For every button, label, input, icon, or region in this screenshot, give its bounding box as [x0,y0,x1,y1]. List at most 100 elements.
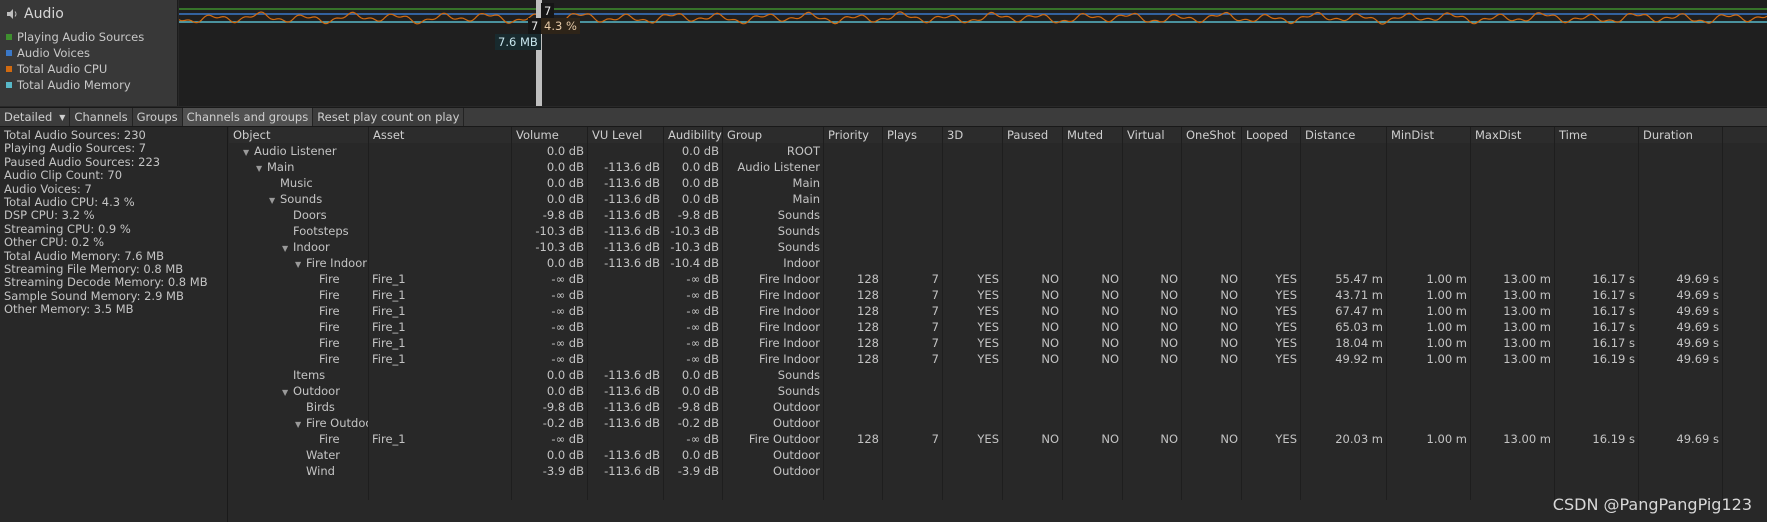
column-header-muted[interactable]: Muted [1063,127,1123,143]
column-header-3d[interactable]: 3D [943,127,1003,143]
expand-triangle-icon[interactable]: ▼ [269,193,280,207]
cell-looped: YES [1275,272,1297,286]
column-header-paused[interactable]: Paused [1003,127,1063,143]
column-header-distance[interactable]: Distance [1301,127,1387,143]
reset-play-count-button[interactable]: Reset play count on play [313,108,465,126]
column-header-group[interactable]: Group [723,127,824,143]
tab-channels[interactable]: Channels [70,108,133,126]
column-header-looped[interactable]: Looped [1242,127,1301,143]
column-header-audibility[interactable]: Audibility [664,127,723,143]
mode-dropdown[interactable]: Detailed ▼ [0,108,71,126]
expand-triangle-icon[interactable]: ▼ [282,241,293,255]
column-header-virtual[interactable]: Virtual [1123,127,1182,143]
cell-oneshot [1182,191,1241,207]
cell-mindist [1387,143,1470,159]
table-row[interactable]: Fire Fire_1 -∞ dB -∞ dB Fire Indoor 128 7 YES NO… [229,319,1767,335]
expand-triangle-icon[interactable]: ▼ [295,257,306,271]
table-row[interactable]: Birds -9.8 dB -113.6 dB -9.8 dB Outdoor [229,399,1767,415]
cell-group: Main [792,192,820,206]
chevron-down-icon: ▼ [59,112,66,122]
cell-object: Birds [229,399,368,415]
legend-playing-audio-sources[interactable]: Playing Audio Sources [6,30,144,44]
table-row[interactable]: Items 0.0 dB -113.6 dB 0.0 dB Sounds [229,367,1767,383]
cell-d3: YES [977,432,999,446]
cell-aud: -10.3 dB [670,224,719,238]
cell-asset: Fire_1 [372,304,406,318]
column-header-object[interactable]: Object [229,127,369,143]
cell-virtual [1123,239,1181,255]
tab-channels-and-groups[interactable]: Channels and groups [182,108,314,126]
cell-volume: -9.8 dB [542,208,584,222]
table-row[interactable]: Fire Fire_1 -∞ dB -∞ dB Fire Indoor 128 7 YES NO… [229,335,1767,351]
table-row[interactable]: Music 0.0 dB -113.6 dB 0.0 dB Main [229,175,1767,191]
cell-looped [1242,367,1300,383]
legend-total-audio-cpu[interactable]: Total Audio CPU [6,62,107,76]
expand-triangle-icon[interactable]: ▼ [282,385,293,399]
table-row[interactable]: Fire Fire_1 -∞ dB -∞ dB Fire Indoor 128 7 YES NO… [229,303,1767,319]
cell-duration: 49.69 s [1676,320,1719,334]
table-header: Object Asset Volume VU Level Audibility Group… [229,127,1767,143]
cell-oneshot: NO [1220,320,1238,334]
profiler-graph[interactable]: 7 7 4.3 % 7.6 MB [179,0,1767,106]
table-row[interactable]: Fire Fire_1 -∞ dB -∞ dB Fire Indoor 128 7 YES NO… [229,287,1767,303]
cell-duration: 49.69 s [1676,272,1719,286]
object-name: Indoor [293,240,330,254]
cell-aud: -10.3 dB [670,240,719,254]
cell-maxdist [1471,191,1554,207]
cell-plays [883,463,942,479]
legend-audio-voices[interactable]: Audio Voices [6,46,90,60]
cell-volume: -3.9 dB [542,464,584,478]
column-header-mindist[interactable]: MinDist [1387,127,1471,143]
cell-paused [1003,223,1062,239]
column-header-maxdist[interactable]: MaxDist [1471,127,1555,143]
cell-time [1555,191,1638,207]
table-row[interactable]: ▼ Sounds 0.0 dB -113.6 dB 0.0 dB Main [229,191,1767,207]
cell-duration: 49.69 s [1676,288,1719,302]
table-row[interactable]: Fire Fire_1 -∞ dB -∞ dB Fire Outdoor 128 7 YES N… [229,431,1767,447]
cell-group: Fire Indoor [759,336,820,350]
column-header-vu-level[interactable]: VU Level [588,127,664,143]
cell-group: Outdoor [773,416,820,430]
cell-time [1555,255,1638,271]
cell-virtual [1123,191,1181,207]
cell-plays [883,383,942,399]
tab-groups[interactable]: Groups [133,108,183,126]
cell-paused [1003,191,1062,207]
cell-oneshot [1182,239,1241,255]
expand-triangle-icon[interactable]: ▼ [256,161,267,175]
column-header-oneshot[interactable]: OneShot [1182,127,1242,143]
column-header-plays[interactable]: Plays [883,127,943,143]
expand-triangle-icon[interactable]: ▼ [295,417,306,431]
cell-muted [1063,175,1122,191]
table-row[interactable]: ▼Fire Outdoor -0.2 dB -113.6 dB -0.2 dB Outd… [229,415,1767,431]
table-row[interactable]: ▼ Indoor -10.3 dB -113.6 dB -10.3 dB Sounds [229,239,1767,255]
column-header-volume[interactable]: Volume [512,127,588,143]
cell-d3 [943,399,1002,415]
legend-total-audio-memory[interactable]: Total Audio Memory [6,78,131,92]
column-header-asset[interactable]: Asset [369,127,512,143]
cell-distance: 55.47 m [1335,272,1383,286]
table-row[interactable]: Water 0.0 dB -113.6 dB 0.0 dB Outdoor [229,447,1767,463]
cell-maxdist [1471,447,1554,463]
cell-group: Sounds [777,224,820,238]
cell-d3: YES [977,272,999,286]
table-row[interactable]: ▼ Audio Listener 0.0 dB 0.0 dB ROOT [229,143,1767,159]
cell-mindist: 1.00 m [1426,432,1467,446]
table-row[interactable]: Wind -3.9 dB -113.6 dB -3.9 dB Outdoor [229,463,1767,479]
table-row[interactable]: Fire Fire_1 -∞ dB -∞ dB Fire Indoor 128 7 YES NO… [229,271,1767,287]
cell-maxdist: 13.00 m [1503,352,1551,366]
cell-vu [588,303,663,319]
table-row[interactable]: ▼ Outdoor 0.0 dB -113.6 dB 0.0 dB Sounds [229,383,1767,399]
column-header-time[interactable]: Time [1555,127,1639,143]
column-header-duration[interactable]: Duration [1639,127,1723,143]
expand-triangle-icon[interactable]: ▼ [243,145,254,159]
column-header-priority[interactable]: Priority [824,127,883,143]
table-row[interactable]: ▼ Main 0.0 dB -113.6 dB 0.0 dB Audio Listener [229,159,1767,175]
cell-object: Wind [229,463,368,479]
cell-virtual: NO [1160,432,1178,446]
table-row[interactable]: ▼ Fire Indoor 0.0 dB -113.6 dB -10.4 dB Indoo… [229,255,1767,271]
table-row[interactable]: Footsteps -10.3 dB -113.6 dB -10.3 dB Sounds [229,223,1767,239]
table-row[interactable]: Fire Fire_1 -∞ dB -∞ dB Fire Indoor 128 7 YES NO… [229,351,1767,367]
table-row[interactable]: Doors -9.8 dB -113.6 dB -9.8 dB Sounds [229,207,1767,223]
cell-aud: -10.4 dB [670,256,719,270]
